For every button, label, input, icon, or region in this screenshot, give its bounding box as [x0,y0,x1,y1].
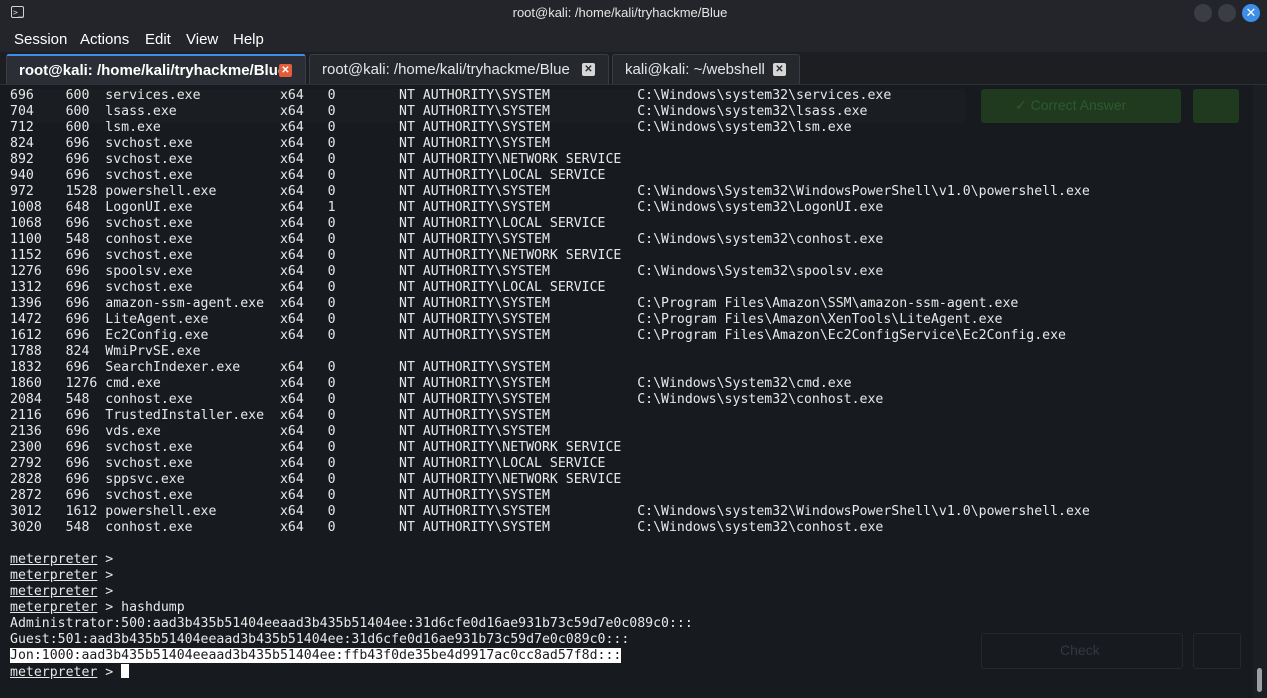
process-row: 1312 696 svchost.exe x64 0 NT AUTHORITY\… [10,280,606,295]
tab-close-icon[interactable]: ✕ [582,63,595,76]
prompt-line: meterpreter > [10,568,1090,584]
process-row: 1008 648 LogonUI.exe x64 1 NT AUTHORITY\… [10,200,884,215]
process-row: 712 600 lsm.exe x64 0 NT AUTHORITY\SYSTE… [10,120,852,135]
prompt-label: meterpreter [10,552,98,567]
tab-root-blue-1[interactable]: root@kali: /home/kali/tryhackme/Blue ✕ [6,54,306,84]
terminal-view[interactable]: ✓ Correct Answer Check 696 600 services.… [0,85,1253,698]
ghost-hint-box [1193,89,1239,123]
process-row: 2300 696 svchost.exe x64 0 NT AUTHORITY\… [10,440,622,455]
prompt-label: meterpreter [10,600,98,615]
prompt-command: > hashdump [97,600,185,615]
process-row: 3012 1612 powershell.exe x64 0 NT AUTHOR… [10,504,1090,519]
window-title: root@kali: /home/kali/tryhackme/Blue [512,5,728,20]
process-row: 1612 696 Ec2Config.exe x64 0 NT AUTHORIT… [10,328,1066,343]
process-row: 1152 696 svchost.exe x64 0 NT AUTHORITY\… [10,248,622,263]
process-row: 1788 824 WmiPrvSE.exe [10,344,201,359]
hash-text: Administrator:500:aad3b435b51404eeaad3b4… [10,616,693,631]
hash-text: Jon:1000:aad3b435b51404eeaad3b435b51404e… [10,648,622,663]
hash-text: Guest:501:aad3b435b51404eeaad3b435b51404… [10,632,630,647]
process-row: 2872 696 svchost.exe x64 0 NT AUTHORITY\… [10,488,550,503]
window-titlebar: >_ root@kali: /home/kali/tryhackme/Blue … [0,0,1267,26]
prompt-line: meterpreter > [10,664,1090,680]
prompt-label: meterpreter [10,584,98,599]
prompt-line: meterpreter > hashdump [10,600,1090,616]
process-row: 892 696 svchost.exe x64 0 NT AUTHORITY\N… [10,152,622,167]
process-row: 2792 696 svchost.exe x64 0 NT AUTHORITY\… [10,456,606,471]
terminal-scrollbar[interactable] [1253,85,1267,698]
prompt-label: meterpreter [10,665,98,680]
prompt-line: meterpreter > [10,552,1090,568]
tab-root-blue-2[interactable]: root@kali: /home/kali/tryhackme/Blue ✕ [309,54,609,84]
process-row: 1100 548 conhost.exe x64 0 NT AUTHORITY\… [10,232,884,247]
process-row: 2116 696 TrustedInstaller.exe x64 0 NT A… [10,408,550,423]
tab-label: root@kali: /home/kali/tryhackme/Blue [322,61,570,78]
process-row: 2136 696 vds.exe x64 0 NT AUTHORITY\SYST… [10,424,550,439]
menu-actions[interactable]: Actions [80,31,129,48]
process-row: 1276 696 spoolsv.exe x64 0 NT AUTHORITY\… [10,264,884,279]
process-row: 1396 696 amazon-ssm-agent.exe x64 0 NT A… [10,296,1019,311]
minimize-button[interactable] [1194,4,1212,22]
hash-line: Guest:501:aad3b435b51404eeaad3b435b51404… [10,632,1090,648]
process-row: 696 600 services.exe x64 0 NT AUTHORITY\… [10,88,892,103]
process-row: 1472 696 LiteAgent.exe x64 0 NT AUTHORIT… [10,312,1003,327]
process-row: 2084 548 conhost.exe x64 0 NT AUTHORITY\… [10,392,884,407]
process-row: 1832 696 SearchIndexer.exe x64 0 NT AUTH… [10,360,550,375]
tab-kali-webshell[interactable]: kali@kali: ~/webshell ✕ [612,54,800,84]
process-row: 2828 696 sppsvc.exe x64 0 NT AUTHORITY\N… [10,472,622,487]
prompt-command: > [97,568,122,583]
process-row: 704 600 lsass.exe x64 0 NT AUTHORITY\SYS… [10,104,868,119]
process-row: 940 696 svchost.exe x64 0 NT AUTHORITY\L… [10,168,606,183]
tab-close-icon[interactable]: ✕ [773,63,786,76]
process-row: 1068 696 svchost.exe x64 0 NT AUTHORITY\… [10,216,606,231]
tab-bar: root@kali: /home/kali/tryhackme/Blue ✕ r… [0,52,1267,85]
process-row: 824 696 svchost.exe x64 0 NT AUTHORITY\S… [10,136,550,151]
tab-close-icon[interactable]: ✕ [279,64,292,77]
process-row: 972 1528 powershell.exe x64 0 NT AUTHORI… [10,184,1090,199]
tab-label: kali@kali: ~/webshell [625,61,765,78]
menu-edit[interactable]: Edit [145,31,171,48]
process-row: 1860 1276 cmd.exe x64 0 NT AUTHORITY\SYS… [10,376,852,391]
menu-bar: Session Actions Edit View Help [0,26,1267,52]
process-row: 3020 548 conhost.exe x64 0 NT AUTHORITY\… [10,520,884,535]
hash-line-selected: Jon:1000:aad3b435b51404eeaad3b435b51404e… [10,648,1090,664]
text-cursor[interactable] [121,664,130,678]
prompt-line: meterpreter > [10,584,1090,600]
menu-view[interactable]: View [186,31,218,48]
prompt-label: meterpreter [10,568,98,583]
prompt-command: > [97,665,122,680]
ghost-hint-box-2 [1193,633,1241,669]
menu-help[interactable]: Help [233,31,264,48]
prompt-command: > [97,584,122,599]
prompt-command: > [97,552,122,567]
maximize-button[interactable] [1218,4,1236,22]
menu-session[interactable]: Session [14,31,67,48]
close-window-button[interactable]: ✕ [1242,4,1260,22]
scrollbar-thumb[interactable] [1257,668,1262,692]
hash-line: Administrator:500:aad3b435b51404eeaad3b4… [10,616,1090,632]
tab-label: root@kali: /home/kali/tryhackme/Blue [19,62,287,79]
terminal-output: 696 600 services.exe x64 0 NT AUTHORITY\… [10,88,1090,680]
